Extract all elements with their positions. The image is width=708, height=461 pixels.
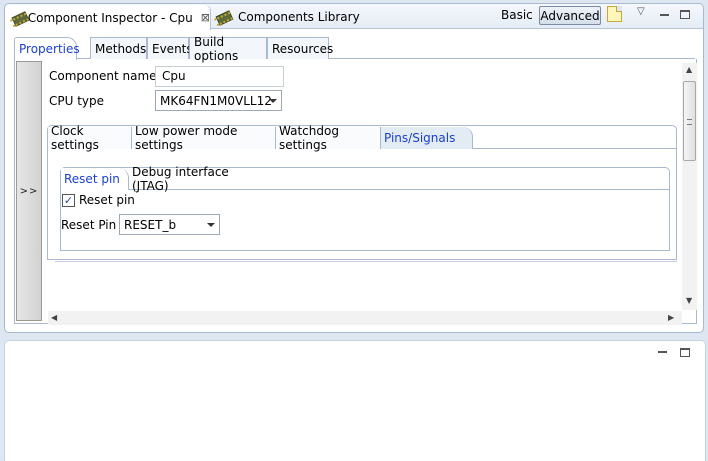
reset-pin-label: Reset Pin [61,218,117,232]
view-tab-strip: Component Inspector - Cpu ⊠ Components L… [5,4,703,30]
cpu-type-select[interactable]: MK64FN1M0VLL12 [155,90,282,111]
tab-debug-interface[interactable]: Debug interface (JTAG) [129,165,264,193]
pin-panel: Reset pin Debug interface (JTAG) [60,165,670,251]
vertical-scrollbar[interactable]: ▲ ▼ [682,63,697,310]
tab-watchdog-settings[interactable]: Watchdog settings [276,124,381,152]
property-tab-strip: Properties Methods Events Build options … [14,35,695,63]
divider [55,261,677,262]
view-menu-icon[interactable]: ▽ [637,6,645,17]
note-icon[interactable] [607,6,622,22]
scroll-up-icon[interactable]: ▲ [686,65,692,74]
minimize-icon[interactable] [658,351,667,353]
tab-low-power-mode-settings[interactable]: Low power mode settings [132,124,276,152]
maximize-icon[interactable] [680,10,690,19]
tab-component-inspector-label: Component Inspector - Cpu [27,10,193,25]
pin-tab-strip: Reset pin Debug interface (JTAG) [61,165,669,193]
tab-reset-pin[interactable]: Reset pin [61,168,129,190]
settings-tab-strip: Clock settings Low power mode settings W… [48,124,676,152]
advanced-button[interactable]: Advanced [539,6,601,25]
tab-component-inspector[interactable]: Component Inspector - Cpu ⊠ [5,5,211,30]
scroll-left-icon[interactable]: ◀ [51,313,57,322]
tab-methods[interactable]: Methods [90,37,147,59]
reset-pin-checkbox-label: Reset pin [79,193,135,207]
tab-events[interactable]: Events [147,37,193,59]
component-name-field[interactable]: Cpu [155,66,284,87]
chevron-down-icon [269,99,277,103]
expand-button[interactable]: >> [16,61,42,321]
reset-pin-value: RESET_b [124,217,177,232]
basic-button[interactable]: Basic [501,8,533,22]
secondary-view [4,340,706,461]
reset-pin-checkbox[interactable]: ✓ [62,194,75,207]
component-inspector-view: Component Inspector - Cpu ⊠ Components L… [4,3,704,333]
tab-components-library[interactable]: Components Library [211,5,360,29]
minimize-icon[interactable] [660,14,669,16]
chip-icon [215,10,232,24]
component-name-label: Component name [49,69,157,83]
reset-pin-select[interactable]: RESET_b [119,214,220,235]
cpu-type-value: MK64FN1M0VLL12 [160,93,272,108]
chip-icon [11,11,22,25]
tab-properties[interactable]: Properties [14,37,80,60]
scroll-down-icon[interactable]: ▼ [686,296,692,305]
scroll-thumb[interactable] [683,81,696,161]
grip-icon [687,119,692,125]
tab-components-library-label: Components Library [238,10,360,24]
tab-build-options[interactable]: Build options [189,35,267,63]
close-icon[interactable]: ⊠ [201,11,210,24]
chevron-down-icon [207,223,215,227]
scroll-right-icon[interactable]: ▶ [668,313,674,322]
cpu-type-label: CPU type [49,94,105,108]
tab-resources[interactable]: Resources [267,37,333,59]
tab-pins-signals[interactable]: Pins/Signals [381,127,473,149]
horizontal-scrollbar[interactable]: ◀ ▶ [48,311,682,325]
tab-clock-settings[interactable]: Clock settings [48,124,132,152]
maximize-icon[interactable] [680,348,690,357]
